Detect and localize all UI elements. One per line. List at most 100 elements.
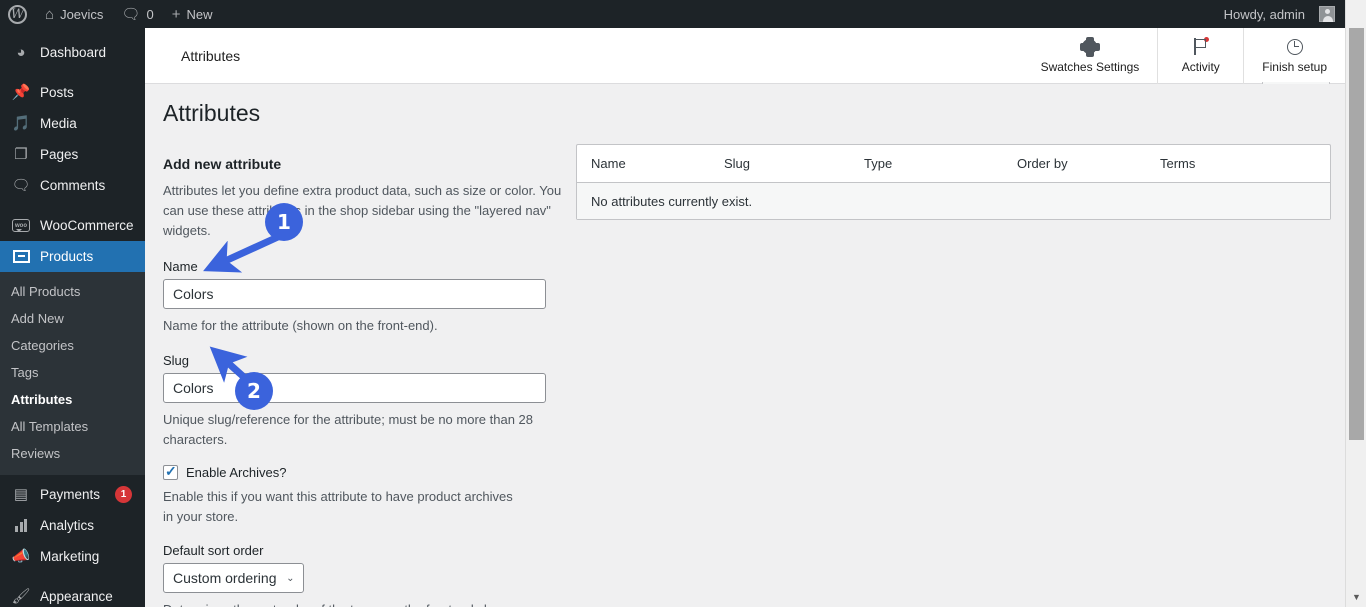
submenu-item-all-templates[interactable]: All Templates: [0, 413, 145, 440]
page-scrollbar[interactable]: ▼: [1345, 0, 1366, 607]
payments-badge: 1: [115, 486, 133, 503]
sidebar-item-media[interactable]: 🎵 Media: [0, 108, 145, 139]
sidebar-label-analytics: Analytics: [40, 518, 95, 533]
sidebar-label-woocommerce: WooCommerce: [40, 218, 134, 233]
page-top-header: Attributes Swatches Settings Activity Fi…: [145, 27, 1345, 84]
slug-input[interactable]: [163, 372, 546, 403]
column-header-type[interactable]: Type: [864, 156, 1017, 171]
sidebar-item-marketing[interactable]: 📣 Marketing: [0, 541, 145, 572]
slug-field-group: Slug Unique slug/reference for the attri…: [163, 353, 563, 450]
bar-chart-icon: [11, 519, 31, 532]
main-content: Attributes Add new attribute Attributes …: [145, 84, 1345, 607]
woocommerce-icon: woo: [11, 219, 31, 232]
enable-archives-row[interactable]: Enable Archives?: [163, 463, 563, 480]
products-box-icon: [11, 250, 31, 263]
submenu-item-reviews[interactable]: Reviews: [0, 440, 145, 467]
finish-setup-button[interactable]: Finish setup: [1243, 27, 1345, 84]
site-name-label: Joevics: [60, 6, 104, 22]
sidebar-item-products[interactable]: Products: [0, 241, 145, 272]
scrollbar-thumb[interactable]: [1349, 28, 1364, 440]
activity-button[interactable]: Activity: [1157, 27, 1243, 84]
sidebar-label-appearance: Appearance: [40, 589, 113, 604]
table-row: No attributes currently exist.: [577, 183, 1330, 219]
table-empty-message: No attributes currently exist.: [591, 193, 753, 209]
sort-order-label: Default sort order: [163, 543, 264, 559]
add-attribute-heading: Add new attribute: [163, 156, 282, 172]
dashboard-gauge-icon: ◕: [16, 44, 26, 61]
finish-setup-label: Finish setup: [1262, 59, 1327, 74]
megaphone-icon: 📣: [11, 548, 31, 565]
swatches-settings-label: Swatches Settings: [1040, 59, 1140, 74]
page-title: Attributes: [163, 100, 261, 126]
comment-bubble-icon: 🗨: [121, 5, 141, 23]
admin-bar: W ⌂ Joevics 🗨 0 + New Howdy, admin: [0, 0, 1366, 28]
payments-icon: ▤: [13, 486, 29, 503]
home-icon: ⌂: [45, 5, 55, 23]
slug-label: Slug: [163, 352, 190, 368]
plus-icon: +: [171, 5, 181, 23]
enable-archives-checkbox[interactable]: [163, 463, 178, 480]
column-header-terms[interactable]: Terms: [1160, 156, 1320, 171]
sort-order-help: Determines the sort order of the terms o…: [163, 600, 543, 607]
flag-icon: [1193, 37, 1209, 56]
sidebar-label-marketing: Marketing: [40, 549, 100, 564]
name-input[interactable]: [163, 279, 546, 310]
sort-order-value: Custom ordering: [173, 570, 277, 587]
submenu-item-categories[interactable]: Categories: [0, 332, 145, 359]
sidebar-item-dashboard[interactable]: ◕ Dashboard: [0, 37, 145, 68]
sidebar-item-payments[interactable]: ▤ Payments 1: [0, 479, 145, 510]
sidebar-item-pages[interactable]: ❐ Pages: [0, 139, 145, 170]
add-attribute-form: Add new attribute Attributes let you def…: [163, 156, 563, 607]
sidebar-label-products: Products: [40, 249, 94, 264]
media-icon: 🎵: [11, 115, 31, 132]
sidebar-item-appearance[interactable]: 🖌 Appearance: [0, 581, 145, 607]
sidebar-label-dashboard: Dashboard: [40, 45, 107, 60]
admin-sidebar: ◕ Dashboard 📌 Posts 🎵 Media ❐ Pages 🗨 Co…: [0, 28, 145, 607]
sidebar-label-media: Media: [40, 116, 77, 131]
wordpress-logo-icon: W: [8, 4, 27, 24]
comments-button[interactable]: 🗨 0: [112, 0, 162, 28]
enable-archives-help: Enable this if you want this attribute t…: [163, 488, 513, 524]
sidebar-spacer-top: [0, 28, 145, 37]
pie-progress-icon: [1286, 38, 1303, 56]
sidebar-label-comments: Comments: [40, 178, 106, 193]
new-content-button[interactable]: + New: [163, 0, 222, 28]
howdy-account-menu[interactable]: Howdy, admin: [1215, 0, 1344, 28]
sidebar-item-analytics[interactable]: Analytics: [0, 510, 145, 541]
scrollbar-down-arrow-icon[interactable]: ▼: [1346, 589, 1366, 605]
sort-order-group: Default sort order Custom ordering ⌄ Det…: [163, 543, 563, 607]
enable-archives-label: Enable Archives?: [186, 464, 287, 480]
wordpress-logo-button[interactable]: W: [0, 0, 36, 28]
sort-order-select[interactable]: Custom ordering ⌄: [163, 563, 304, 594]
header-page-title: Attributes: [181, 47, 241, 64]
site-name-button[interactable]: ⌂ Joevics: [36, 0, 112, 28]
submenu-item-all-products[interactable]: All Products: [0, 278, 145, 305]
new-label: New: [186, 6, 213, 22]
sidebar-item-posts[interactable]: 📌 Posts: [0, 77, 145, 108]
attributes-table-wrapper: Name Slug Type Order by Terms No attribu…: [576, 144, 1331, 220]
products-submenu: All Products Add New Categories Tags Att…: [0, 272, 145, 475]
header-actions: Swatches Settings Activity Finish setup: [1023, 27, 1345, 84]
submenu-item-attributes[interactable]: Attributes: [0, 386, 145, 413]
swatches-settings-button[interactable]: Swatches Settings: [1023, 28, 1158, 84]
sidebar-item-woocommerce[interactable]: woo WooCommerce: [0, 210, 145, 241]
name-help-text: Name for the attribute (shown on the fro…: [163, 318, 438, 334]
slug-help-text: Unique slug/reference for the attribute;…: [163, 411, 533, 447]
comment-bubble-icon: 🗨: [11, 177, 31, 194]
sidebar-label-payments: Payments: [40, 487, 101, 502]
activity-label: Activity: [1181, 59, 1220, 74]
submenu-item-add-new[interactable]: Add New: [0, 305, 145, 332]
submenu-item-tags[interactable]: Tags: [0, 359, 145, 386]
pages-icon: ❐: [14, 146, 28, 163]
column-header-name[interactable]: Name: [577, 156, 724, 171]
name-field-group: Name Name for the attribute (shown on th…: [163, 259, 563, 336]
sidebar-item-comments[interactable]: 🗨 Comments: [0, 170, 145, 201]
user-avatar-icon: [1319, 6, 1335, 22]
column-header-order-by[interactable]: Order by: [1017, 156, 1160, 171]
column-header-slug[interactable]: Slug: [724, 156, 864, 171]
add-attribute-description: Attributes let you define extra product …: [163, 183, 562, 239]
sidebar-label-posts: Posts: [40, 85, 74, 100]
sidebar-label-pages: Pages: [40, 147, 79, 162]
